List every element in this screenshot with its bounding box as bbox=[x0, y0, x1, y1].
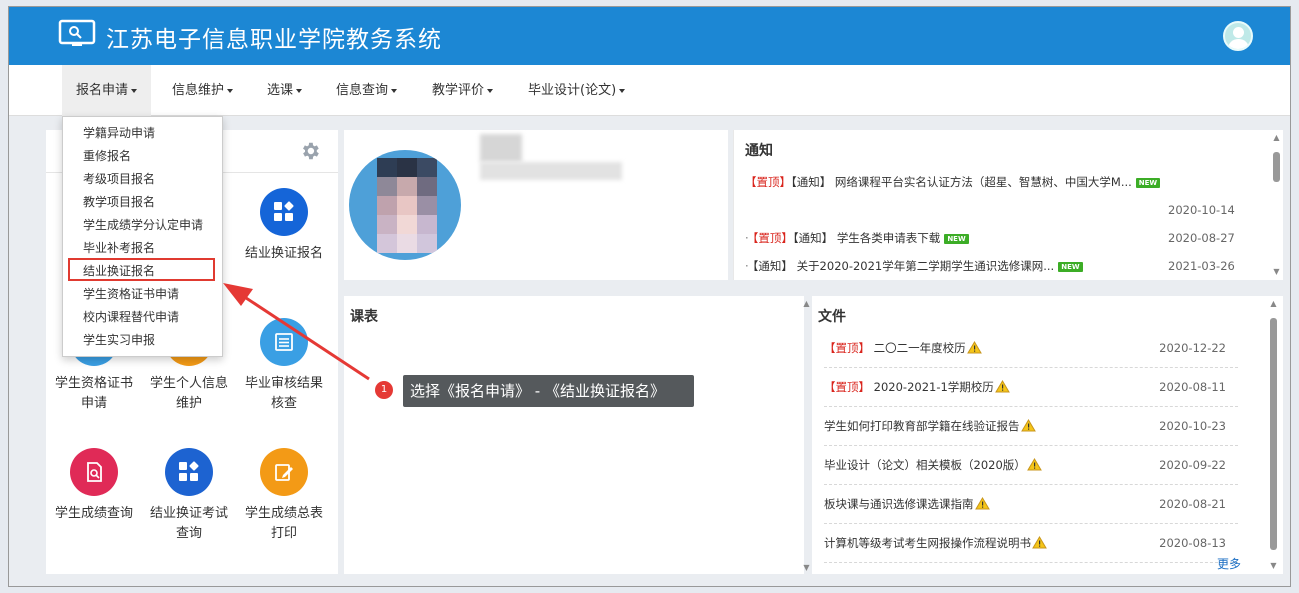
menu-item-course-substitution[interactable]: 校内课程替代申请 bbox=[83, 308, 179, 326]
user-avatar-button[interactable] bbox=[1223, 21, 1253, 51]
redacted-info bbox=[480, 162, 622, 180]
pixelated-face bbox=[377, 158, 437, 254]
new-badge: NEW bbox=[944, 233, 969, 244]
warning-icon bbox=[1020, 419, 1036, 432]
nav-item-registration[interactable]: 报名申请 bbox=[62, 65, 152, 116]
redacted-name bbox=[480, 134, 522, 162]
instruction-callout: 选择《报名申请》 - 《结业换证报名》 bbox=[403, 375, 694, 407]
caret-down-icon bbox=[296, 88, 303, 93]
more-link[interactable]: 更多 bbox=[1217, 555, 1241, 572]
edit-icon bbox=[260, 448, 308, 496]
menu-item-teaching-project[interactable]: 教学项目报名 bbox=[83, 193, 155, 211]
menu-item-credit-recognition[interactable]: 学生成绩学分认定申请 bbox=[83, 216, 203, 234]
app-title: 江苏电子信息职业学院教务系统 bbox=[106, 27, 442, 53]
caret-down-icon bbox=[487, 88, 494, 93]
menu-item-status-change[interactable]: 学籍异动申请 bbox=[83, 124, 155, 142]
file-item[interactable]: 【置顶】 二〇二一年度校历 2020-12-22 bbox=[824, 329, 1238, 368]
warning-icon bbox=[994, 380, 1010, 393]
menu-item-qualification-cert[interactable]: 学生资格证书申请 bbox=[83, 285, 179, 303]
caret-down-icon bbox=[227, 88, 234, 93]
scroll-down-icon[interactable]: ▼ bbox=[1272, 268, 1281, 276]
new-badge: NEW bbox=[1058, 261, 1083, 272]
caret-down-icon bbox=[619, 88, 626, 93]
menu-item-level-exam[interactable]: 考级项目报名 bbox=[83, 170, 155, 188]
scroll-up-icon[interactable]: ▲ bbox=[1272, 134, 1281, 142]
tile-graduation-exam-query[interactable]: 结业换证考试查询 bbox=[141, 448, 237, 544]
scroll-thumb[interactable] bbox=[1270, 318, 1277, 550]
avatar-head-icon bbox=[1233, 27, 1244, 38]
app-window: 江苏电子信息职业学院教务系统 报名申请 信息维护 选课 信息查询 教学评价 毕业… bbox=[8, 6, 1291, 587]
monitor-logo-icon bbox=[58, 19, 96, 46]
main-nav: 报名申请 信息维护 选课 信息查询 教学评价 毕业设计(论文) bbox=[9, 65, 1290, 116]
files-panel: 文件 【置顶】 二〇二一年度校历 2020-12-22 【置顶】 2020-20… bbox=[812, 296, 1283, 574]
highlight-box bbox=[68, 258, 215, 281]
header-bar: 江苏电子信息职业学院教务系统 bbox=[9, 7, 1290, 65]
notice-date: 2021-03-26 bbox=[1168, 259, 1235, 273]
profile-panel bbox=[344, 130, 728, 280]
tile-label: 结业换证报名 bbox=[244, 246, 323, 261]
menu-item-makeup-exam[interactable]: 毕业补考报名 bbox=[83, 239, 155, 257]
scroll-up-icon[interactable]: ▲ bbox=[802, 300, 811, 308]
scroll-up-icon[interactable]: ▲ bbox=[1269, 300, 1278, 308]
schedule-scrollbar[interactable]: ▲ ▼ bbox=[802, 300, 811, 572]
notice-scrollbar[interactable]: ▲ ▼ bbox=[1272, 134, 1281, 276]
step-number-badge: 1 bbox=[375, 381, 393, 399]
file-item[interactable]: 学生如何打印教育部学籍在线验证报告 2020-10-23 bbox=[824, 407, 1238, 446]
registration-dropdown-menu: 学籍异动申请 重修报名 考级项目报名 教学项目报名 学生成绩学分认定申请 毕业补… bbox=[62, 116, 223, 357]
document-icon bbox=[70, 448, 118, 496]
warning-icon bbox=[1032, 536, 1047, 549]
schedule-title: 课表 bbox=[350, 309, 378, 325]
tile-label: 学生成绩总表打印 bbox=[244, 506, 323, 541]
file-item[interactable]: 毕业设计（论文）相关模板（2020版） 2020-09-22 bbox=[824, 446, 1238, 485]
tile-label: 学生资格证书申请 bbox=[54, 376, 133, 411]
avatar-body-icon bbox=[1228, 39, 1249, 49]
gear-icon[interactable] bbox=[299, 140, 321, 162]
grid-icon bbox=[260, 188, 308, 236]
warning-icon bbox=[966, 341, 982, 354]
caret-down-icon bbox=[391, 88, 398, 93]
tile-label: 结业换证考试查询 bbox=[149, 506, 228, 541]
scroll-down-icon[interactable]: ▼ bbox=[802, 564, 811, 572]
notice-item[interactable]: 【置顶】【通知】 网络课程平台实名认证方法（超星、智慧树、中国大学M... NEW bbox=[745, 174, 1245, 190]
files-title: 文件 bbox=[818, 309, 846, 325]
file-item[interactable]: 【置顶】 2020-2021-1学期校历 2020-08-11 bbox=[824, 368, 1238, 407]
nav-item-graduation-design[interactable]: 毕业设计(论文) bbox=[514, 65, 639, 116]
nav-item-info-maintenance[interactable]: 信息维护 bbox=[158, 65, 247, 116]
notice-date: 2020-10-14 bbox=[1168, 203, 1235, 217]
menu-item-retake-registration[interactable]: 重修报名 bbox=[83, 147, 131, 165]
nav-item-info-query[interactable]: 信息查询 bbox=[322, 65, 411, 116]
tile-graduation-audit[interactable]: 毕业审核结果核查 bbox=[236, 318, 332, 414]
file-item[interactable]: 板块课与通识选修课选课指南 2020-08-21 bbox=[824, 485, 1238, 524]
caret-down-icon bbox=[131, 88, 138, 93]
tile-label: 学生成绩查询 bbox=[54, 506, 133, 521]
tile-label: 学生个人信息维护 bbox=[149, 376, 228, 411]
panel-divider bbox=[733, 130, 734, 280]
scroll-down-icon[interactable]: ▼ bbox=[1269, 562, 1278, 570]
file-item[interactable]: 计算机等级考试考生网报操作流程说明书 2020-08-13 bbox=[824, 524, 1238, 563]
scroll-thumb[interactable] bbox=[1273, 152, 1280, 182]
grid-icon bbox=[165, 448, 213, 496]
tile-graduation-cert-registration[interactable]: 结业换证报名 bbox=[236, 188, 332, 264]
warning-icon bbox=[1026, 458, 1042, 471]
notice-date: 2020-08-27 bbox=[1168, 231, 1235, 245]
profile-photo bbox=[349, 150, 461, 260]
warning-icon bbox=[974, 497, 990, 510]
nav-item-teaching-evaluation[interactable]: 教学评价 bbox=[418, 65, 507, 116]
files-scrollbar[interactable]: ▲ ▼ bbox=[1269, 300, 1278, 570]
schedule-panel: 课表 ▲ ▼ bbox=[344, 296, 810, 574]
tile-label: 毕业审核结果核查 bbox=[244, 376, 323, 411]
notice-panel: 通知 【置顶】【通知】 网络课程平台实名认证方法（超星、智慧树、中国大学M...… bbox=[733, 130, 1283, 280]
tile-transcript-print[interactable]: 学生成绩总表打印 bbox=[236, 448, 332, 544]
nav-item-course-selection[interactable]: 选课 bbox=[253, 65, 316, 116]
tile-grade-query[interactable]: 学生成绩查询 bbox=[46, 448, 142, 524]
notice-title: 通知 bbox=[745, 143, 773, 159]
new-badge: NEW bbox=[1135, 177, 1161, 188]
list-icon bbox=[260, 318, 308, 366]
menu-item-internship[interactable]: 学生实习申报 bbox=[83, 331, 155, 349]
